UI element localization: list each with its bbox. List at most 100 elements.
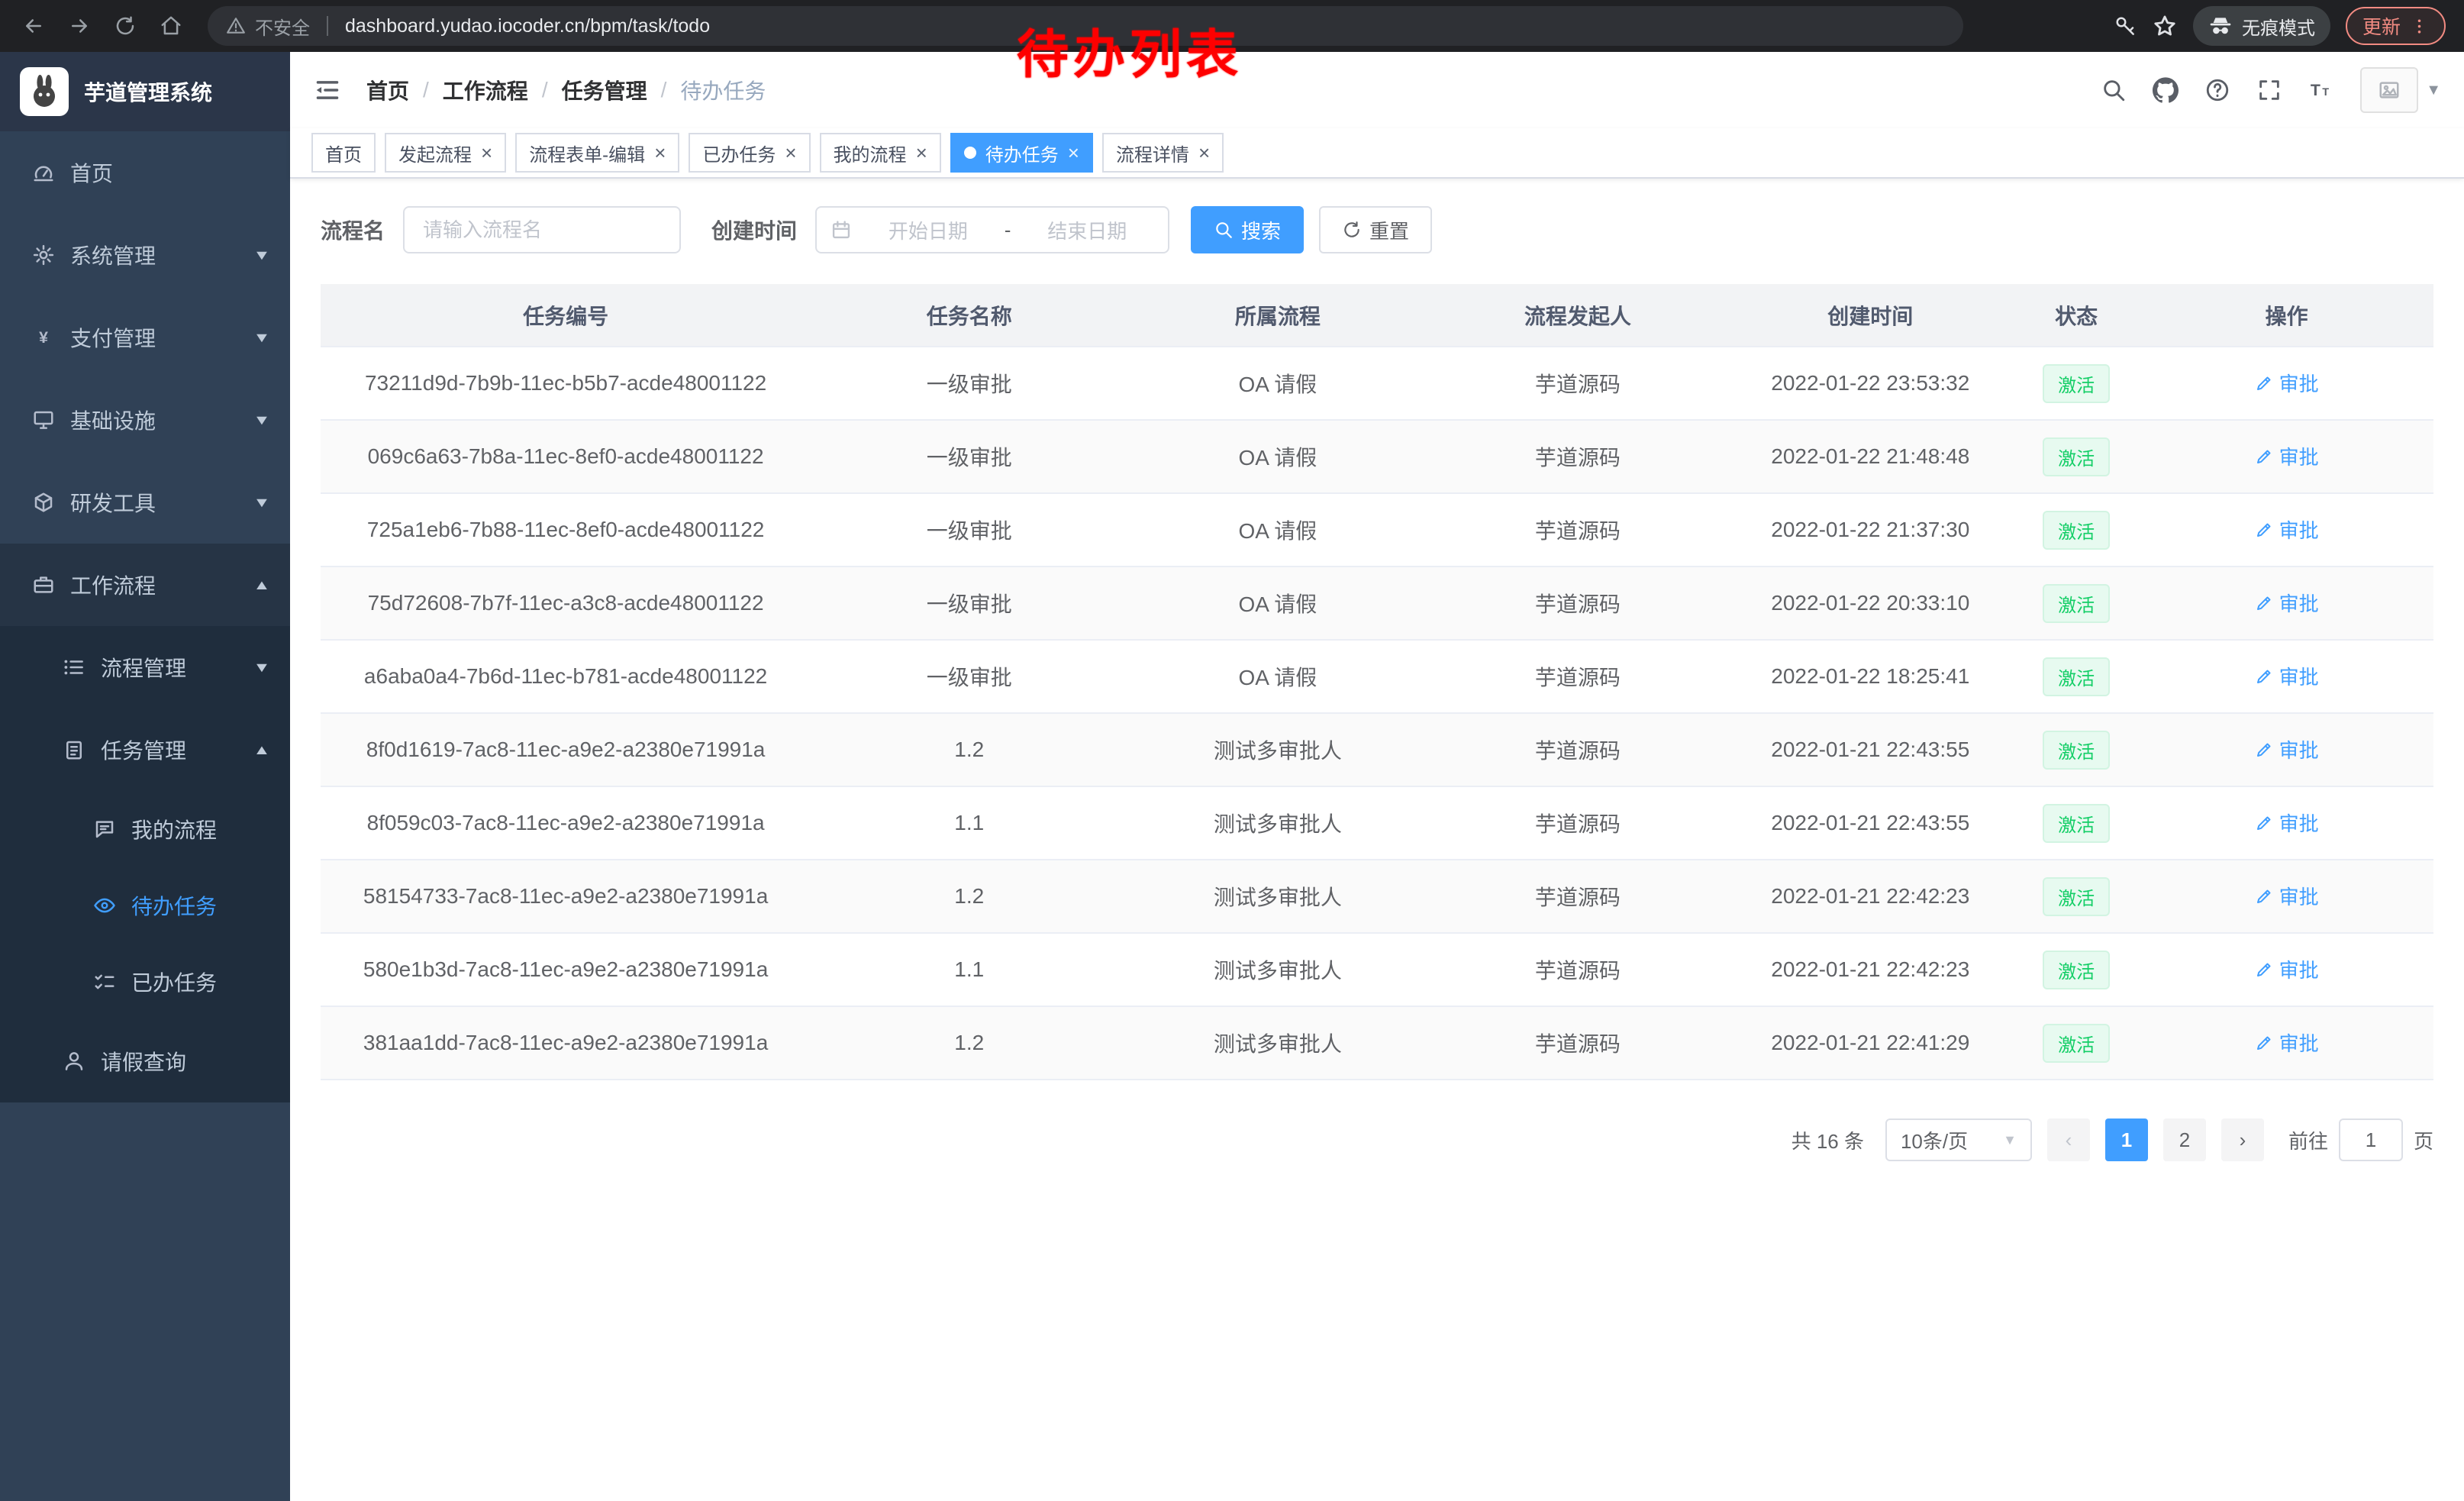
view-tab[interactable]: 首页 [311,133,376,173]
image-placeholder-icon [2378,79,2401,102]
date-range-picker[interactable]: 开始日期 - 结束日期 [815,206,1169,253]
approve-link-label: 审批 [2279,735,2319,763]
approve-link[interactable]: 审批 [2255,515,2319,544]
browser-chrome: 不安全 dashboard.yudao.iocoder.cn/bpm/task/… [0,0,2464,52]
close-icon[interactable]: × [654,143,666,163]
svg-text:¥: ¥ [39,328,48,347]
close-icon[interactable]: × [1198,143,1210,163]
table-column-header: 流程发起人 [1427,284,1727,347]
todo-task-table: 任务编号任务名称所属流程流程发起人创建时间状态操作 73211d9d-7b9b-… [321,284,2433,1080]
view-tab[interactable]: 待办任务× [950,133,1093,173]
github-icon[interactable] [2153,77,2179,103]
approve-link[interactable]: 审批 [2255,882,2319,910]
view-tab[interactable]: 已办任务× [689,133,810,173]
sidebar-item-label: 系统管理 [70,240,156,270]
breadcrumb-item[interactable]: 任务管理 [562,75,647,105]
sidebar-item[interactable]: 工作流程▲ [0,544,290,626]
font-size-icon[interactable]: TT [2308,77,2334,103]
update-label[interactable]: 更新 [2362,12,2401,40]
close-icon[interactable]: × [1068,143,1079,163]
yen-icon: ¥ [31,326,56,349]
search-icon[interactable] [2101,77,2127,103]
security-label[interactable]: 不安全 [255,13,310,40]
task-name-cell: 1.2 [811,1006,1127,1080]
sidebar-item[interactable]: 任务管理▲ [0,709,290,791]
action-cell: 审批 [2140,567,2433,640]
start-date-placeholder[interactable]: 开始日期 [861,216,995,244]
kebab-icon[interactable] [2410,17,2429,36]
approve-link[interactable]: 审批 [2255,735,2319,763]
table-column-header: 所属流程 [1127,284,1427,347]
reset-button[interactable]: 重置 [1319,206,1432,253]
table-column-header: 任务编号 [321,284,811,347]
initiator-cell: 芋道源码 [1427,640,1727,713]
breadcrumb-item[interactable]: 工作流程 [443,75,528,105]
process-name-input[interactable] [403,206,681,253]
sidebar-item[interactable]: 已办任务 [0,944,290,1020]
fullscreen-icon[interactable] [2256,77,2282,103]
approve-link[interactable]: 审批 [2255,369,2319,397]
sidebar-item-label: 待办任务 [131,890,217,921]
sidebar-item[interactable]: 系统管理▼ [0,214,290,296]
view-tab[interactable]: 流程表单-编辑× [515,133,679,173]
forward-icon[interactable] [58,5,101,47]
page-number-button[interactable]: 2 [2163,1118,2206,1161]
back-icon[interactable] [12,5,55,47]
close-icon[interactable]: × [785,143,796,163]
action-cell: 审批 [2140,933,2433,1006]
update-button[interactable]: 更新 [2346,7,2446,45]
end-date-placeholder[interactable]: 结束日期 [1020,216,1154,244]
view-tab-label: 发起流程 [398,140,472,166]
view-tab[interactable]: 我的流程× [820,133,941,173]
task-id-cell: 069c6a63-7b8a-11ec-8ef0-acde48001122 [321,420,811,493]
approve-link[interactable]: 审批 [2255,662,2319,690]
sidebar-item[interactable]: 流程管理▼ [0,626,290,709]
prev-page-button[interactable]: ‹ [2047,1118,2090,1161]
url-text[interactable]: dashboard.yudao.iocoder.cn/bpm/task/todo [345,15,710,37]
goto-page-input[interactable] [2339,1118,2403,1161]
sidebar-item[interactable]: 基础设施▼ [0,379,290,461]
sidebar-item[interactable]: 首页 [0,131,290,214]
close-icon[interactable]: × [916,143,927,163]
page-size-select[interactable]: 10条/页 ▼ [1885,1118,2032,1161]
pagination: 共 16 条 10条/页 ▼ ‹ 12 › 前往 页 [321,1118,2433,1207]
key-icon[interactable] [2114,15,2137,37]
table-column-header: 状态 [2013,284,2140,347]
breadcrumb-item[interactable]: 首页 [366,75,409,105]
view-tab[interactable]: 发起流程 × [385,133,506,173]
sidebar-item[interactable]: 我的流程 [0,791,290,867]
user-avatar[interactable]: ▼ [2360,67,2441,113]
approve-link[interactable]: 审批 [2255,955,2319,983]
chevron-down-icon: ▼ [253,330,270,346]
status-badge: 激活 [2043,584,2110,623]
close-icon[interactable]: × [481,143,492,163]
reload-icon[interactable] [104,5,147,47]
hamburger-icon[interactable] [313,76,342,105]
sidebar-item[interactable]: 研发工具▼ [0,461,290,544]
status-badge: 激活 [2043,951,2110,989]
search-button[interactable]: 搜索 [1191,206,1304,253]
sidebar-item[interactable]: ¥ 支付管理▼ [0,296,290,379]
app-logo[interactable]: 芋道管理系统 [0,52,290,131]
created-time-cell: 2022-01-22 23:53:32 [1727,347,2013,420]
star-icon[interactable] [2152,13,2178,39]
view-tab[interactable]: 流程详情× [1102,133,1224,173]
next-page-button[interactable]: › [2221,1118,2264,1161]
sidebar-item-label: 任务管理 [101,734,186,765]
approve-link[interactable]: 审批 [2255,809,2319,837]
chevron-up-icon: ▲ [253,577,270,593]
chevron-down-icon: ▼ [253,660,270,676]
page-content: 流程名 创建时间 开始日期 - 结束日期 搜索 重置 [290,179,2464,1501]
approve-link[interactable]: 审批 [2255,589,2319,617]
home-icon[interactable] [150,5,192,47]
task-id-cell: 75d72608-7b7f-11ec-a3c8-acde48001122 [321,567,811,640]
page-number-button[interactable]: 1 [2105,1118,2148,1161]
approve-link[interactable]: 审批 [2255,1028,2319,1057]
process-cell: OA 请假 [1127,640,1427,713]
edit-icon [2255,374,2273,392]
question-icon[interactable] [2204,77,2230,103]
sidebar-menu: 首页 系统管理▼ ¥ 支付管理▼ 基础设施▼ 研发工具▼ 工作流程▲ 流程管理▼… [0,131,290,1102]
sidebar-item[interactable]: 待办任务 [0,867,290,944]
sidebar-item[interactable]: 请假查询 [0,1020,290,1102]
approve-link[interactable]: 审批 [2255,442,2319,470]
